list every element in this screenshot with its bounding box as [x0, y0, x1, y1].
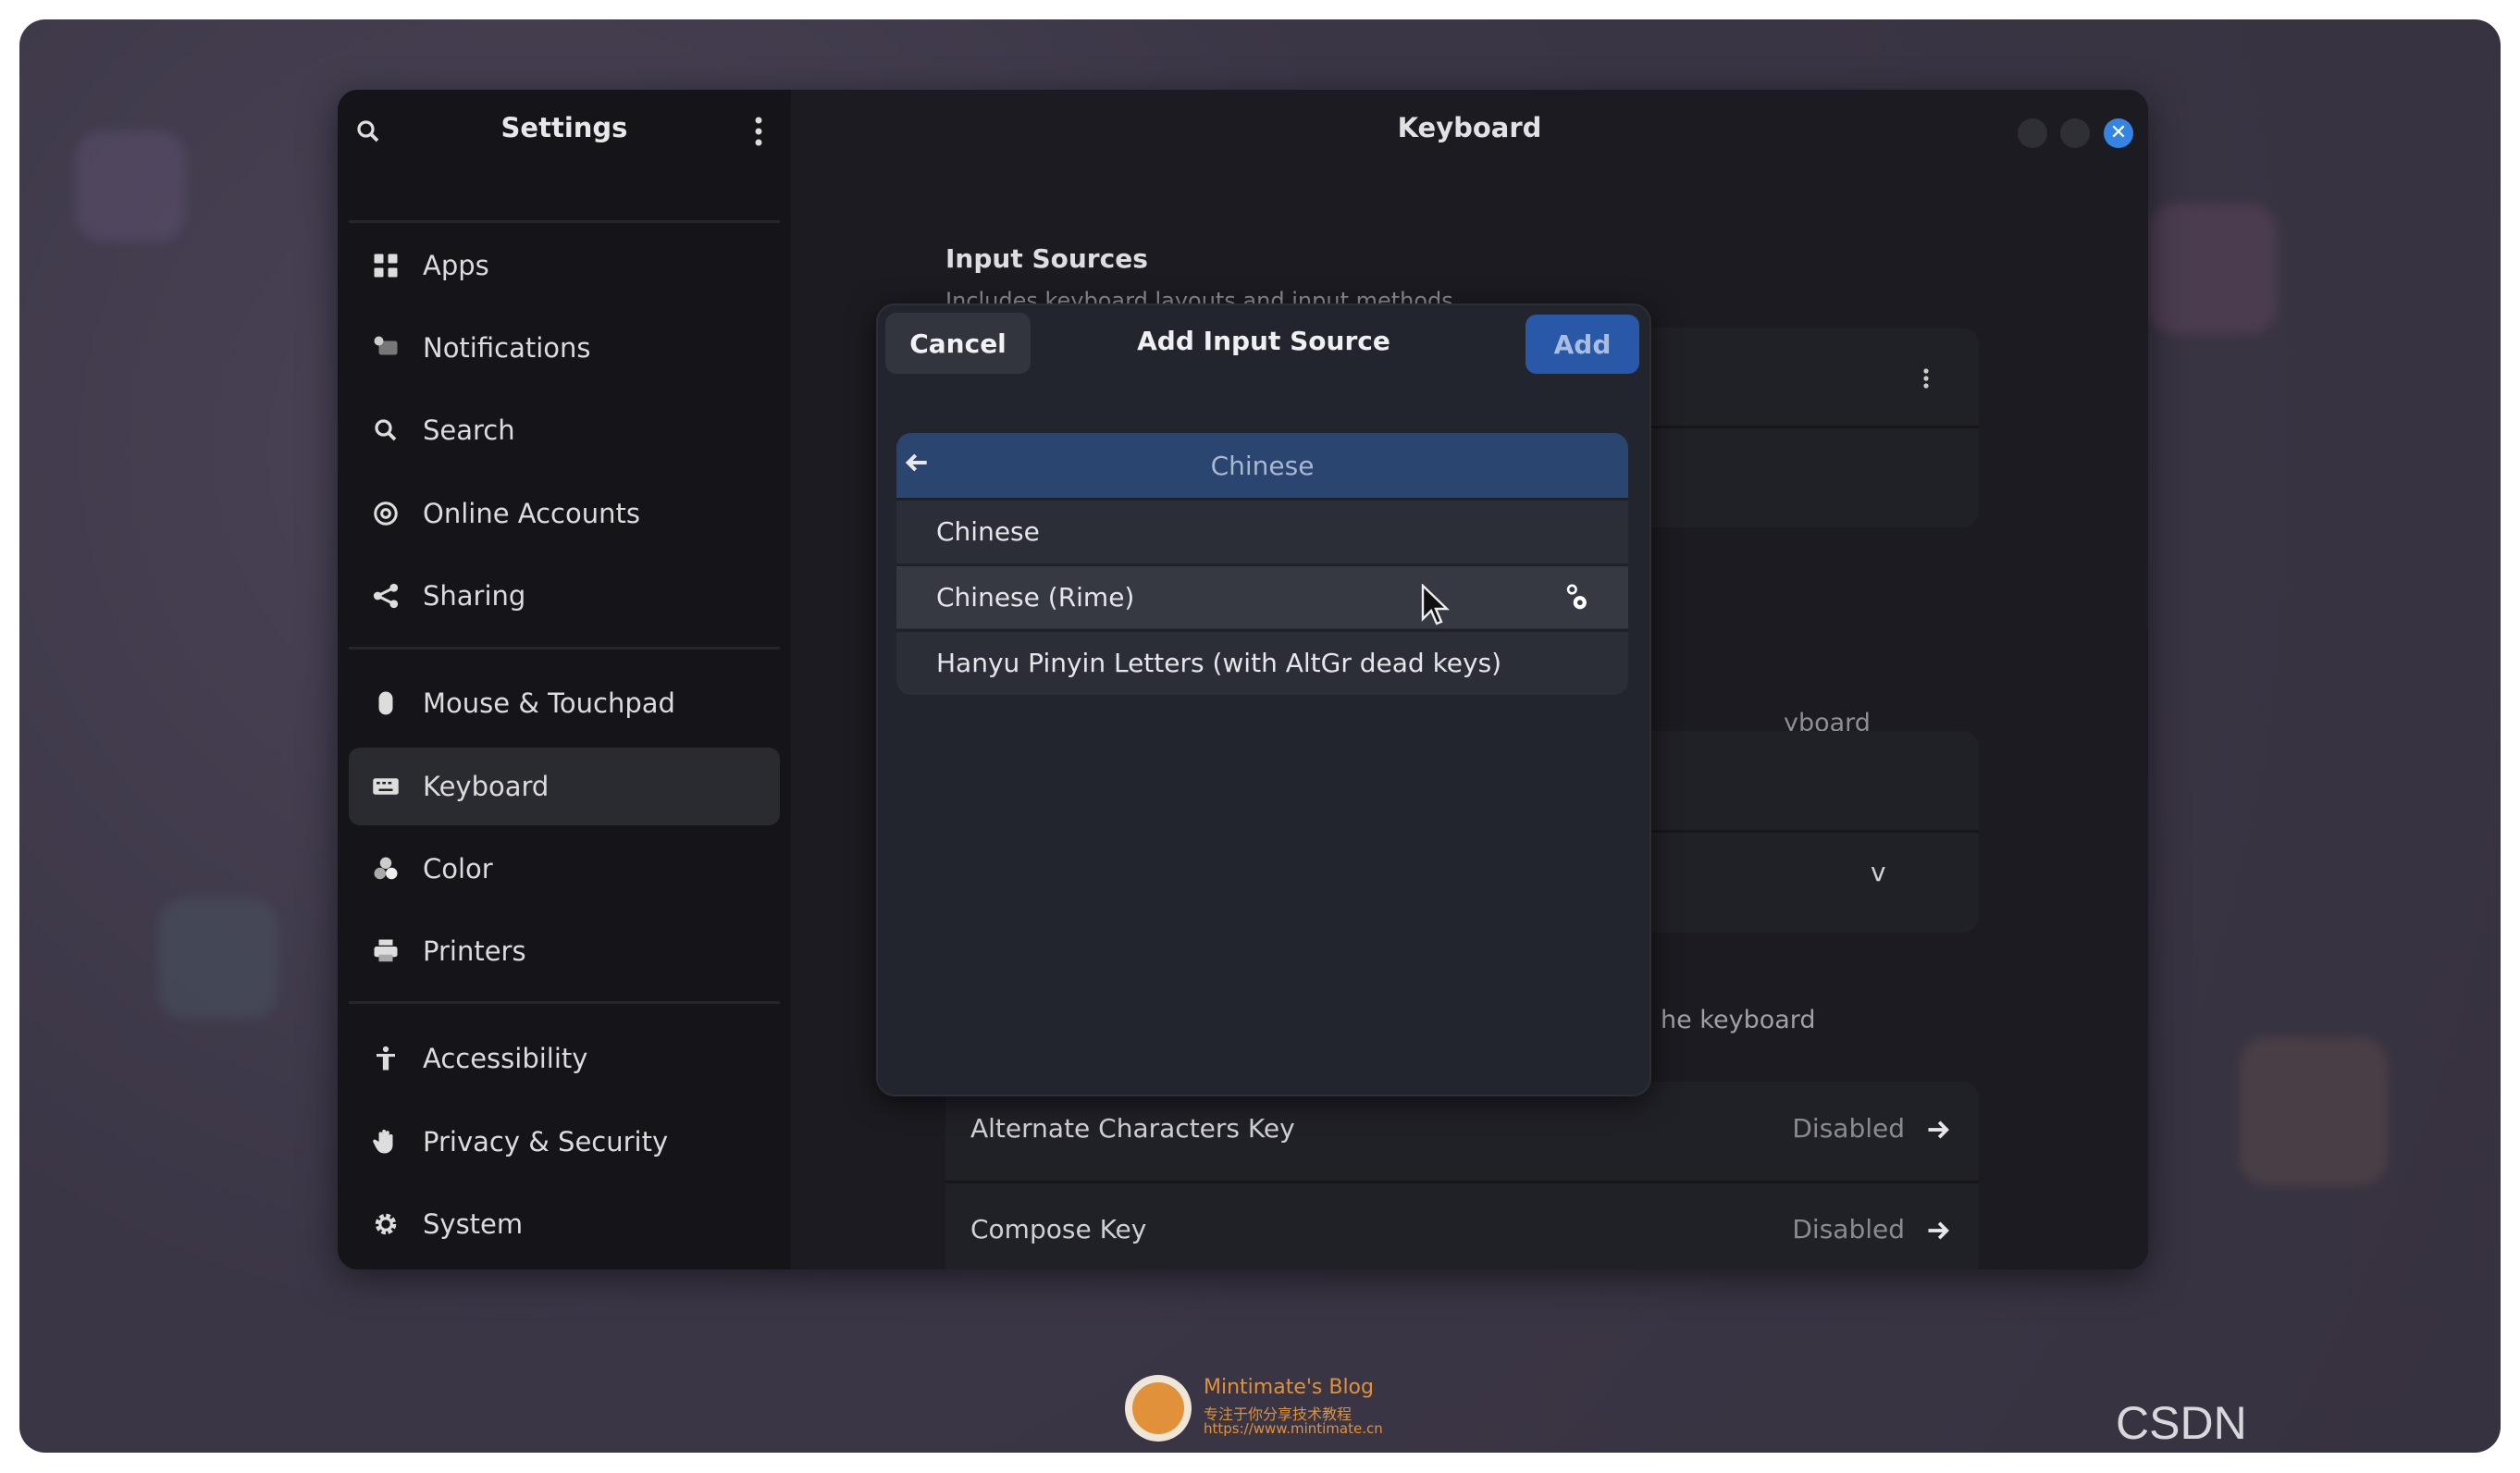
input-source-label: Hanyu Pinyin Letters (with AltGr dead ke…: [936, 648, 1502, 678]
main-menu-button[interactable]: [735, 108, 782, 155]
csdn-watermark: CSDN @Mintimate: [2116, 1397, 2363, 1453]
hand-icon: [367, 1128, 404, 1156]
special-key-row[interactable]: Compose Key Disabled: [945, 1182, 1979, 1269]
search-icon: [367, 416, 404, 444]
sidebar-header: Settings: [338, 90, 791, 174]
wallpaper-decoration: [2240, 1037, 2388, 1185]
sidebar-item-mouse-touchpad[interactable]: Mouse & Touchpad: [349, 664, 780, 742]
blog-name: Mintimate's Blog: [1204, 1376, 1374, 1399]
row-label: Compose Key: [970, 1214, 1147, 1244]
gears-icon: [1566, 584, 1587, 610]
special-keys-subtitle: he keyboard: [1661, 1006, 1816, 1034]
sidebar-item-online-accounts[interactable]: Online Accounts: [349, 475, 780, 552]
special-key-row[interactable]: Alternate Characters Key Disabled: [945, 1082, 1979, 1182]
arrow-left-icon: [905, 453, 927, 472]
sidebar-item-label: Apps: [423, 250, 489, 281]
page-title: Keyboard: [1397, 112, 1542, 143]
sidebar-item-keyboard[interactable]: Keyboard: [349, 748, 780, 825]
sidebar-item-label: Search: [423, 415, 515, 446]
mouse-icon: [367, 689, 404, 717]
list-header-label: Chinese: [1210, 450, 1315, 481]
sidebar-item-label: Printers: [423, 935, 526, 967]
sidebar-item-sharing[interactable]: Sharing: [349, 557, 780, 635]
special-keys-card: Alternate Characters Key Disabled Compos…: [945, 1082, 1979, 1269]
row-value: Disabled: [1792, 1214, 1905, 1244]
share-icon: [367, 582, 404, 610]
gear-icon: [367, 1210, 404, 1238]
sidebar-item-color[interactable]: Color: [349, 830, 780, 908]
close-button[interactable]: ✕: [2104, 118, 2133, 148]
wallpaper-decoration: [75, 130, 186, 241]
back-button[interactable]: [902, 448, 932, 484]
input-source-label: Chinese: [936, 516, 1040, 547]
sidebar-item-label: Keyboard: [423, 771, 550, 802]
sidebar-divider: [349, 1001, 780, 1004]
desktop: Settings Apps Notifications Search Onlin…: [19, 19, 2501, 1453]
sidebar-item-label: Online Accounts: [423, 498, 640, 529]
sidebar-item-search[interactable]: Search: [349, 391, 780, 469]
wallpaper-decoration: [2147, 204, 2277, 334]
notifications-icon: [367, 334, 404, 362]
sidebar-item-privacy-security[interactable]: Privacy & Security: [349, 1103, 780, 1181]
input-source-item[interactable]: Chinese (Rime): [896, 563, 1628, 628]
blog-logo: [1125, 1375, 1192, 1442]
sidebar-item-label: Mouse & Touchpad: [423, 687, 675, 719]
row-value: Disabled: [1792, 1113, 1905, 1144]
close-icon: ✕: [2109, 121, 2128, 144]
at-sign-icon: [367, 500, 404, 527]
sidebar-item-accessibility[interactable]: Accessibility: [349, 1020, 780, 1097]
sidebar-item-label: Privacy & Security: [423, 1126, 669, 1157]
sidebar-title: Settings: [500, 112, 628, 143]
vertical-dots-icon: [755, 117, 762, 146]
list-header[interactable]: Chinese: [896, 433, 1628, 498]
printer-icon: [367, 937, 404, 965]
apps-grid-icon: [367, 252, 404, 279]
sidebar-divider: [349, 220, 780, 223]
sidebar-divider: [349, 647, 780, 650]
mouse-cursor-icon: [1421, 584, 1450, 625]
vertical-dots-icon: [1923, 368, 1929, 389]
sidebar-item-printers[interactable]: Printers: [349, 912, 780, 990]
input-source-item[interactable]: Chinese: [896, 498, 1628, 563]
arrow-right-icon: [1928, 1221, 1949, 1240]
sidebar-item-system[interactable]: System: [349, 1185, 780, 1263]
input-source-list: Chinese Chinese Chinese (Rime) Hanyu Pin…: [896, 433, 1628, 695]
sidebar-item-label: Accessibility: [423, 1043, 588, 1074]
blog-url: https://www.mintimate.cn: [1204, 1420, 1383, 1437]
sidebar: Settings Apps Notifications Search Onlin…: [338, 90, 791, 1269]
sidebar-item-notifications[interactable]: Notifications: [349, 309, 780, 387]
input-source-options-button[interactable]: [1908, 355, 1945, 402]
maximize-button[interactable]: [2060, 118, 2090, 148]
sidebar-item-label: Color: [423, 853, 493, 885]
input-source-settings-button[interactable]: [1563, 583, 1591, 621]
sidebar-item-label: System: [423, 1208, 524, 1240]
row-label: Alternate Characters Key: [970, 1113, 1295, 1144]
add-input-source-dialog: Cancel Add Input Source Add Chinese Chin…: [876, 303, 1651, 1096]
card-divider: [945, 1181, 1979, 1183]
minimize-button[interactable]: [2018, 118, 2047, 148]
input-source-item[interactable]: Hanyu Pinyin Letters (with AltGr dead ke…: [896, 629, 1628, 694]
wallpaper-decoration: [158, 898, 278, 1019]
sidebar-item-apps[interactable]: Apps: [349, 227, 780, 304]
color-icon: [367, 855, 404, 883]
arrow-right-icon: [1928, 1120, 1949, 1139]
keyboard-icon: [367, 773, 404, 800]
accessibility-icon: [367, 1045, 404, 1072]
row-label-fragment: v: [1871, 857, 1886, 887]
add-button[interactable]: Add: [1526, 315, 1639, 374]
sidebar-item-label: Notifications: [423, 332, 591, 364]
input-source-label: Chinese (Rime): [936, 582, 1135, 613]
sidebar-item-label: Sharing: [423, 580, 526, 612]
input-sources-title: Input Sources: [945, 243, 1148, 274]
